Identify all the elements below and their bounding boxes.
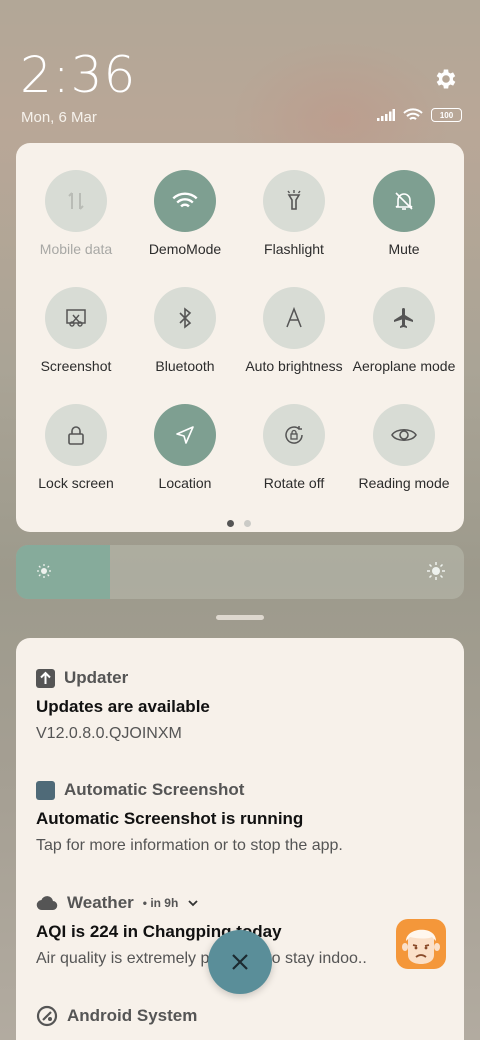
tile-label: Location xyxy=(158,475,212,491)
tile-lock-screen[interactable]: Lock screen xyxy=(21,404,131,491)
tile-auto-brightness[interactable]: Auto brightness xyxy=(239,287,349,374)
tile-bluetooth[interactable]: Bluetooth xyxy=(130,287,240,374)
tile-label: Rotate off xyxy=(263,475,325,491)
bluetooth-icon xyxy=(154,287,216,349)
clear-notifications-button[interactable] xyxy=(208,930,272,994)
tile-screenshot[interactable]: Screenshot xyxy=(21,287,131,374)
tile-mobile-data[interactable]: Mobile data xyxy=(21,170,131,257)
mobile-data-icon xyxy=(45,170,107,232)
tile-aeroplane-mode[interactable]: Aeroplane mode xyxy=(349,287,459,374)
android-system-icon xyxy=(36,1005,58,1027)
notification-title: Automatic Screenshot is running xyxy=(36,809,304,828)
tile-label: Mute xyxy=(388,241,420,257)
notification-app-name: Automatic Screenshot xyxy=(64,780,245,799)
tile-label: Lock screen xyxy=(38,475,114,491)
tile-label: Flashlight xyxy=(264,241,324,257)
tile-flashlight[interactable]: Flashlight xyxy=(239,170,349,257)
battery-level: 100 xyxy=(439,110,454,120)
location-arrow-icon xyxy=(154,404,216,466)
notification-title: AQI is 224 in Changping today xyxy=(36,922,282,941)
tile-location[interactable]: Location xyxy=(130,404,240,491)
airplane-icon xyxy=(373,287,435,349)
screenshot-icon xyxy=(45,287,107,349)
eye-icon xyxy=(373,404,435,466)
page-dot xyxy=(244,520,251,527)
cloud-icon xyxy=(36,896,58,911)
wifi-icon xyxy=(403,108,423,120)
tile-mute[interactable]: Mute xyxy=(349,170,459,257)
page-dot-active xyxy=(227,520,234,527)
auto-brightness-icon xyxy=(263,287,325,349)
notification-title: Updates are available xyxy=(36,697,210,716)
notification-updater[interactable]: Updater Updates are available V12.0.8.0.… xyxy=(36,666,444,743)
bell-off-icon xyxy=(373,170,435,232)
clock: 2:36 xyxy=(20,46,137,104)
lock-icon xyxy=(45,404,107,466)
tile-label: Aeroplane mode xyxy=(352,358,456,374)
notification-app-name: Android System xyxy=(67,1006,198,1025)
close-icon xyxy=(232,954,248,970)
battery-icon: 100 xyxy=(431,108,462,122)
drag-handle[interactable] xyxy=(216,615,264,620)
tile-label: Screenshot xyxy=(40,358,112,374)
notification-app-name: Weather xyxy=(67,893,134,912)
tile-label: Mobile data xyxy=(39,241,113,257)
automatic-screenshot-icon xyxy=(36,780,55,800)
brightness-fill xyxy=(16,545,111,599)
notification-android-system[interactable]: Android System xyxy=(36,1004,444,1028)
notification-body: Tap for more information or to stop the … xyxy=(36,837,343,854)
notification-body: V12.0.8.0.QJOINXM xyxy=(36,725,182,742)
notification-time-value: in 9h xyxy=(150,896,179,910)
wifi-icon xyxy=(154,170,216,232)
notification-time: • in 9h xyxy=(142,896,179,910)
settings-gear-icon[interactable] xyxy=(433,66,459,92)
status-icons: 100 xyxy=(377,108,462,122)
weather-aqi-face-icon xyxy=(396,919,446,969)
date: Mon, 6 Mar xyxy=(21,109,97,126)
quick-settings-panel: Mobile data DemoMode Flashlight Mute Scr… xyxy=(16,143,464,532)
tile-rotate-off[interactable]: Rotate off xyxy=(239,404,349,491)
tile-label: Reading mode xyxy=(358,475,450,491)
tile-label: Bluetooth xyxy=(155,358,215,374)
sun-low-icon xyxy=(37,564,51,578)
tile-label: Auto brightness xyxy=(245,358,343,374)
signal-icon xyxy=(377,109,395,121)
notification-app-name: Updater xyxy=(64,668,129,687)
notification-automatic-screenshot[interactable]: Automatic Screenshot Automatic Screensho… xyxy=(36,778,444,855)
updater-icon xyxy=(36,668,55,688)
chevron-down-icon[interactable] xyxy=(187,897,199,909)
sun-high-icon xyxy=(427,562,445,580)
flashlight-icon xyxy=(263,170,325,232)
tile-label: DemoMode xyxy=(148,241,222,257)
tile-reading-mode[interactable]: Reading mode xyxy=(349,404,459,491)
page-indicator xyxy=(227,520,251,527)
rotation-lock-icon xyxy=(263,404,325,466)
brightness-slider[interactable] xyxy=(16,545,464,599)
tile-demomode[interactable]: DemoMode xyxy=(130,170,240,257)
